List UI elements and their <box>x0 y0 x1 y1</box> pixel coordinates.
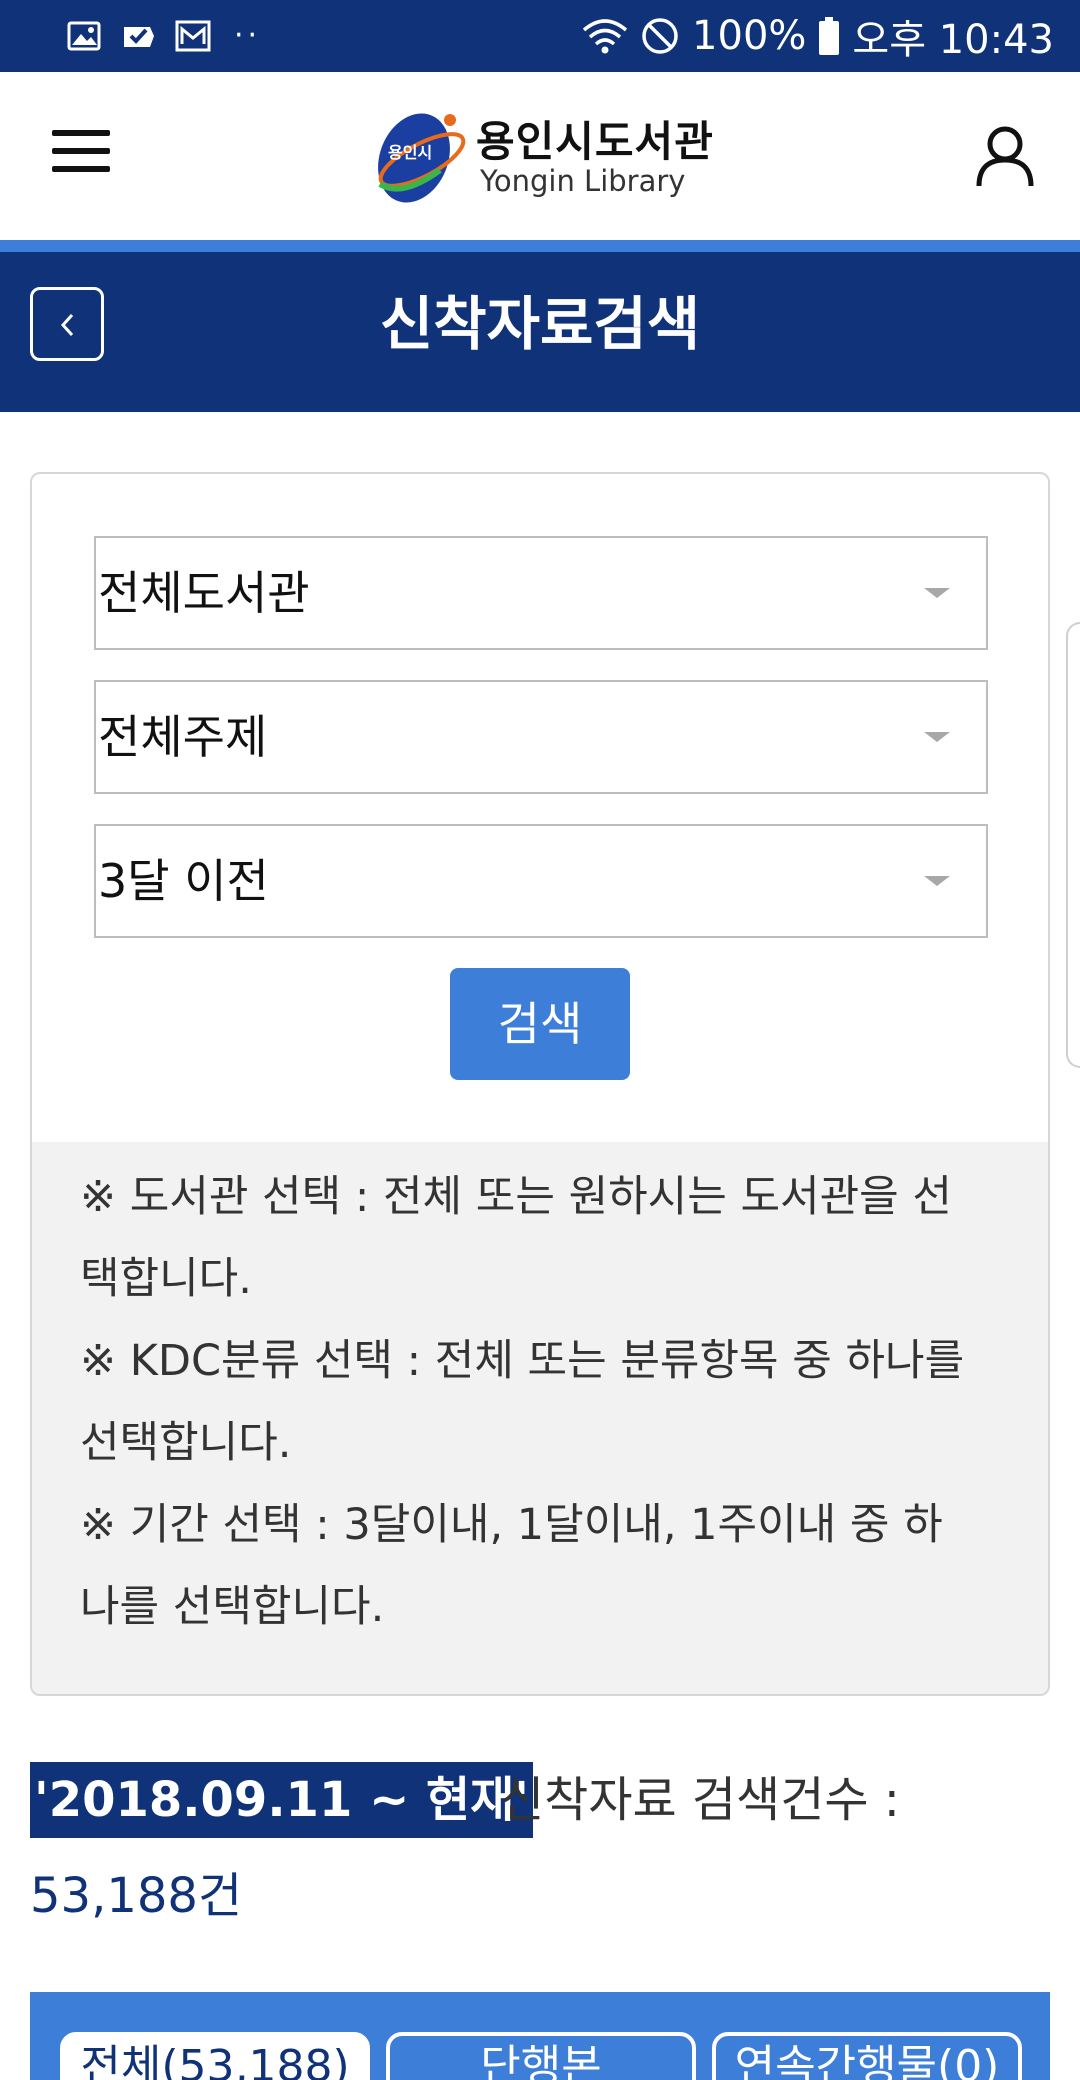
search-button[interactable]: 검색 <box>450 968 630 1080</box>
check-notification-icon <box>124 27 154 47</box>
status-bar: ·· 100% 오후 10:43 <box>0 0 1080 72</box>
page-title: 신착자료검색 <box>379 290 701 358</box>
caret-down-icon <box>924 876 950 886</box>
note-kdc: ※ KDC분류 선택 : 전체 또는 분류항목 중 하나를 선택합니다. <box>80 1336 965 1468</box>
subject-select[interactable]: 전체주제 <box>94 680 988 794</box>
yongin-library-logo[interactable]: 용인시 용인시도서관 Yongin Library <box>362 98 722 214</box>
edge-panel-handle[interactable] <box>1066 622 1080 1068</box>
period-select[interactable]: 3달 이전 <box>94 824 988 938</box>
tab-monographs[interactable]: 단행본 <box>386 2032 696 2080</box>
result-tabs: 전체(53,188) 단행본 연속간행물(0) <box>30 1992 1050 2080</box>
user-icon[interactable] <box>974 124 1036 188</box>
result-count: 53,188건 <box>30 1868 243 1924</box>
battery-icon <box>819 17 840 55</box>
note-library: ※ 도서관 선택 : 전체 또는 원하시는 도서관을 선택합니다. <box>80 1172 952 1304</box>
page-title-bar: 신착자료검색 <box>0 252 1080 412</box>
result-period-highlight: '2018.09.11 ~ 현재' <box>30 1762 534 1838</box>
gallery-icon <box>67 21 101 51</box>
logo-text-korean: 용인시도서관 <box>476 117 714 166</box>
clock: 오후 10:43 <box>852 17 1054 63</box>
logo-text-english: Yongin Library <box>480 164 686 198</box>
period-select-value: 3달 이전 <box>98 854 269 908</box>
do-not-disturb-icon <box>642 18 678 54</box>
result-label: 신착자료 검색건수 : <box>500 1772 900 1828</box>
logo-emblem: 용인시 <box>378 113 466 203</box>
note-period: ※ 기간 선택 : 3달이내, 1달이내, 1주이내 중 하나를 선택합니다. <box>80 1500 943 1632</box>
tab-serials[interactable]: 연속간행물(0) <box>712 2032 1022 2080</box>
logo-badge-text: 용인시 <box>388 143 432 162</box>
caret-down-icon <box>924 732 950 742</box>
library-select-value: 전체도서관 <box>98 566 310 620</box>
more-notifications-indicator: ·· <box>234 18 262 53</box>
notification-icons: ·· <box>66 14 261 58</box>
mail-icon <box>175 20 211 52</box>
caret-down-icon <box>924 588 950 598</box>
system-icons: 100% 오후 10:43 <box>582 10 1054 63</box>
battery-percent: 100% <box>692 13 807 59</box>
wifi-icon <box>582 19 628 54</box>
hamburger-menu-icon[interactable] <box>52 130 114 174</box>
app-header: 용인시 용인시도서관 Yongin Library <box>0 72 1080 240</box>
subject-select-value: 전체주제 <box>98 710 268 764</box>
tab-all[interactable]: 전체(53,188) <box>60 2032 370 2080</box>
header-accent-stripe <box>0 240 1080 252</box>
help-notes: ※ 도서관 선택 : 전체 또는 원하시는 도서관을 선택합니다. ※ KDC분… <box>32 1142 1048 1694</box>
library-select[interactable]: 전체도서관 <box>94 536 988 650</box>
search-panel: 전체도서관 전체주제 3달 이전 검색 ※ 도서관 선택 : 전체 또는 원하시… <box>30 472 1050 1696</box>
